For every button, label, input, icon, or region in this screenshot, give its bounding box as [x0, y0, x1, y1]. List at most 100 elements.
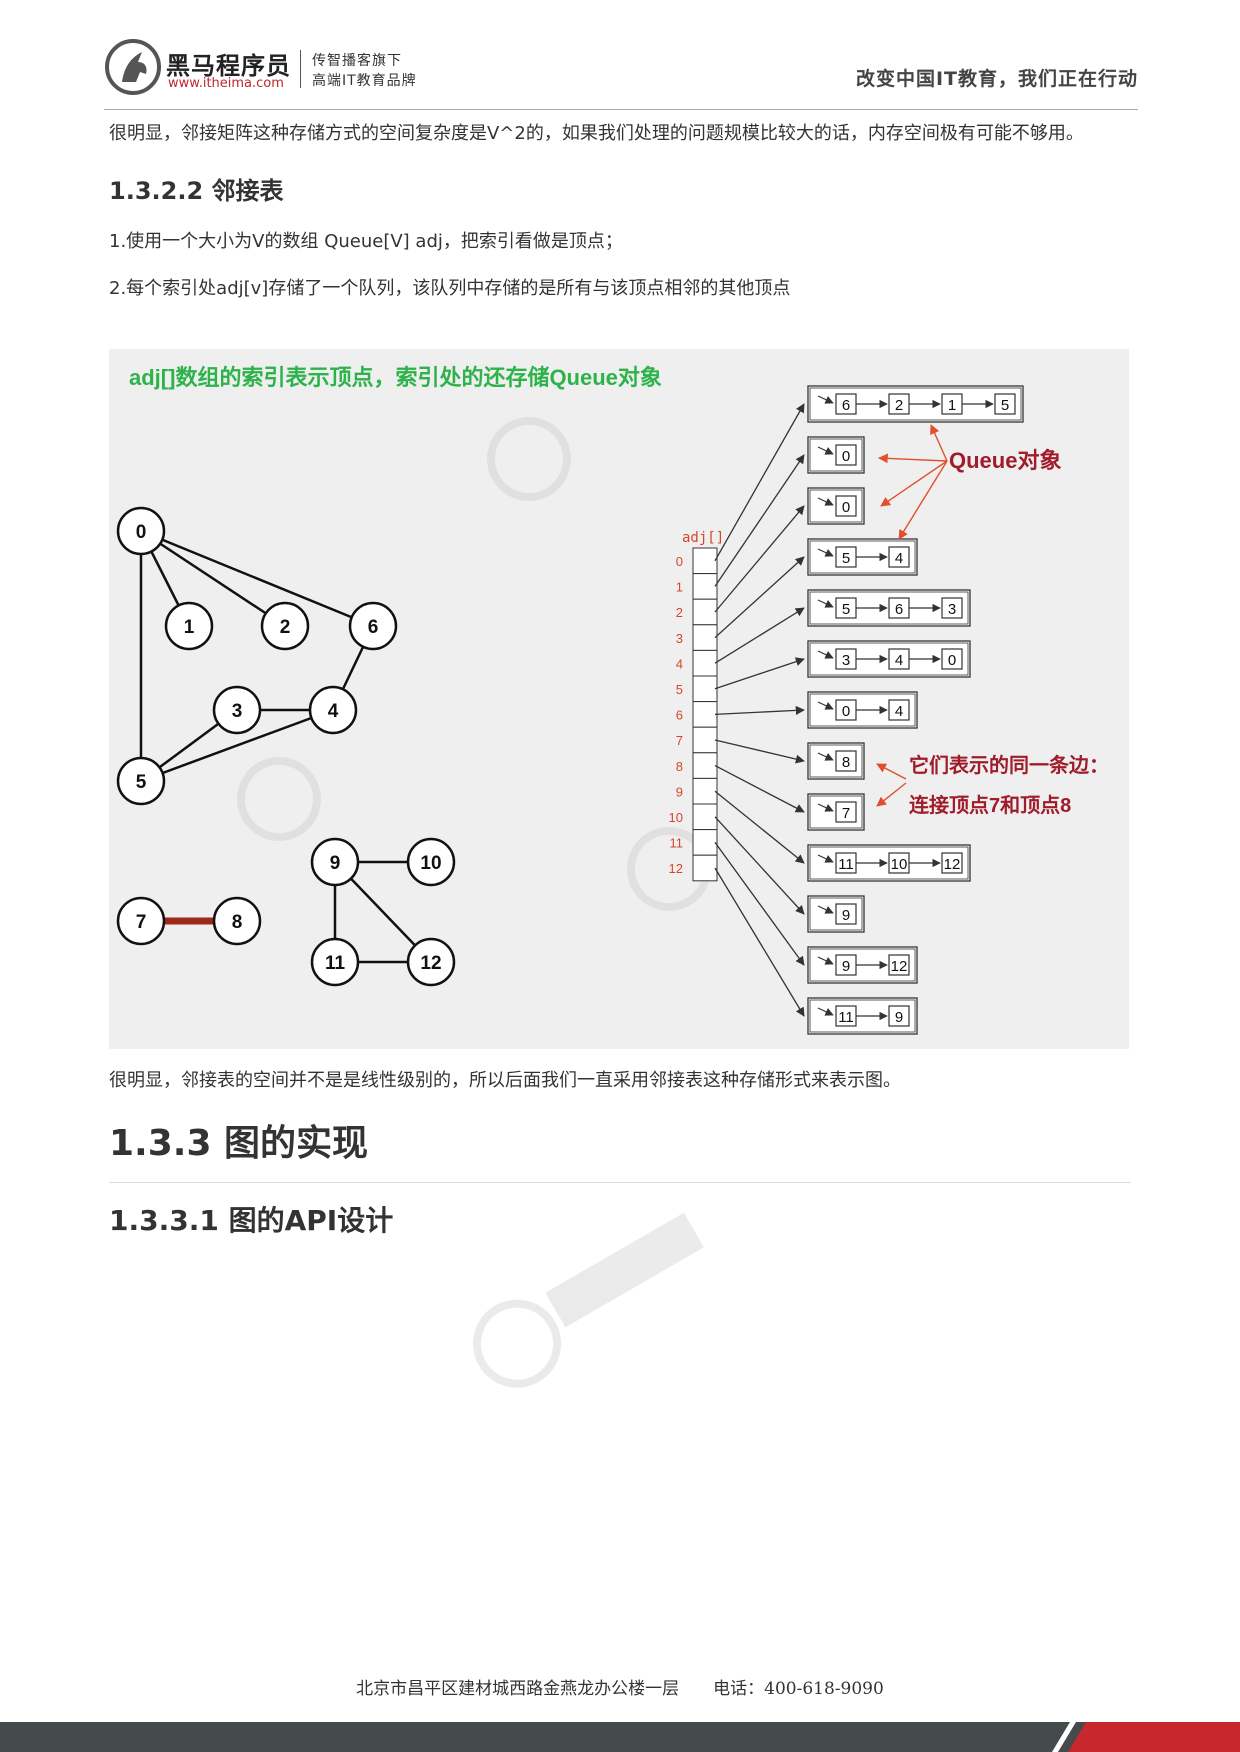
adj-pointer-arrow: [714, 816, 805, 915]
graph-vertex-label-5: 5: [136, 772, 147, 793]
paragraph-point-2: 2.每个索引处adj[v]存储了一个队列，该队列中存储的是所有与该顶点相邻的其他…: [109, 278, 791, 299]
graph-vertex-label-6: 6: [368, 617, 379, 638]
paragraph-linear-space: 很明显，邻接表的空间并不是是线性级别的，所以后面我们一直采用邻接表这种存储形式来…: [109, 1070, 901, 1091]
adj-pointer-arrow: [714, 790, 805, 864]
adj-array-index: 6: [676, 708, 683, 723]
adj-array-cell: [692, 777, 718, 805]
brand-url: www.itheima.com: [168, 76, 284, 91]
queue-node-value: 0: [842, 703, 850, 720]
queue-node-value: 9: [895, 1009, 903, 1026]
adj-pointer-arrow: [714, 403, 805, 562]
queue-node-value: 0: [842, 499, 850, 516]
queue-node-value: 4: [895, 703, 903, 720]
section-heading-graph-implementation: 1.3.3 图的实现: [109, 1123, 369, 1164]
adj-array-index: 7: [676, 733, 683, 748]
queue-node-value: 12: [944, 856, 961, 873]
edge-note-line-2: 连接顶点7和顶点8: [909, 793, 1071, 817]
graph-edge-0-2: [140, 529, 286, 628]
adj-array-cell: [692, 701, 718, 728]
adj-pointer-arrow: [714, 842, 805, 966]
figure-title: adj[]数组的索引表示顶点，索引处的还存储Queue对象: [129, 365, 662, 390]
adj-array-label: adj[]: [682, 530, 724, 546]
adj-pointer-arrow: [714, 705, 805, 716]
adj-pointer-arrow: [714, 607, 805, 664]
adj-array-index: 9: [676, 784, 683, 799]
queue-node-value: 0: [948, 652, 956, 669]
queue-node-value: 3: [948, 601, 956, 618]
adj-pointer-arrow: [714, 867, 805, 1017]
footer-accent: [1052, 1722, 1240, 1752]
graph-vertex-label-9: 9: [330, 853, 341, 874]
adj-pointer-arrow: [714, 765, 805, 813]
footer-address: 北京市昌平区建材城西路金燕龙办公楼一层 电话：400-618-9090: [356, 1679, 884, 1699]
adj-pointer-arrow: [714, 505, 805, 613]
queue-node-value: 9: [842, 958, 850, 975]
queue-node-value: 7: [842, 805, 850, 822]
queue-node-value: 10: [891, 856, 908, 873]
graph-vertex-label-10: 10: [420, 853, 441, 874]
figure-watermark-icon: [237, 757, 321, 841]
horse-logo-icon: [105, 39, 161, 95]
adj-pointer-arrow: [714, 739, 805, 764]
graph-vertex-label-0: 0: [136, 522, 147, 543]
queue-node-value: 3: [842, 652, 850, 669]
queue-node-value: 0: [842, 448, 850, 465]
adj-array-index: 8: [676, 759, 683, 774]
adj-array-index: 12: [669, 861, 683, 876]
adj-array-index: 2: [676, 605, 683, 620]
section-heading-graph-api: 1.3.3.1 图的API设计: [109, 1204, 394, 1237]
adj-array-cell: [692, 854, 718, 882]
section-heading-adjacency-list: 1.3.2.2 邻接表: [109, 177, 284, 205]
adj-array-cell: [692, 829, 718, 856]
adj-array-cell: [692, 649, 718, 677]
adj-pointer-arrow: [714, 657, 805, 690]
figure-watermark-icon: [487, 417, 571, 502]
queue-node-value: 5: [842, 550, 850, 567]
adjacency-list-figure: adj[]数组的索引表示顶点，索引处的还存储Queue对象 0 1 2 3 4 5 6 7 8 9 1…: [109, 349, 1129, 1049]
graph-vertex-label-4: 4: [328, 701, 339, 722]
queue-node-value: 8: [842, 754, 850, 771]
adj-array-index: 4: [676, 656, 683, 671]
adj-array-index: 5: [676, 682, 683, 697]
adj-array-cell: [692, 598, 718, 626]
adj-array-cell: [692, 726, 718, 754]
queue-annotation-arrow: [878, 453, 948, 464]
adj-array-cell: [692, 624, 718, 651]
heading-rule: [109, 1166, 1131, 1183]
adj-array-cell: [692, 547, 718, 575]
queue-node-value: 6: [842, 397, 850, 414]
graph-vertex-label-12: 12: [420, 953, 441, 974]
queue-annotation: Queue对象: [949, 448, 1061, 473]
graph-vertex-label-2: 2: [280, 617, 291, 638]
logo-divider: [300, 50, 301, 88]
brand-tagline-2: 高端IT教育品牌: [312, 73, 417, 89]
queue-annotation-arrow: [930, 424, 948, 462]
brand-tagline-1: 传智播客旗下: [312, 53, 402, 69]
queue-node-value: 12: [891, 958, 908, 975]
queue-node-value: 2: [895, 397, 903, 414]
page-header: 黑马程序员 www.itheima.com 传智播客旗下 高端IT教育品牌 改变…: [0, 0, 1240, 112]
graph-vertex-label-3: 3: [232, 701, 243, 722]
queue-node-value: 4: [895, 652, 903, 669]
edge-note-arrow: [876, 763, 907, 780]
queue-annotation-arrow: [898, 460, 948, 540]
adj-array-cell: [692, 752, 718, 779]
header-slogan: 改变中国IT教育，我们正在行动: [855, 68, 1138, 90]
paragraph-point-1: 1.使用一个大小为V的数组 Queue[V] adj，把索引看做是顶点；: [109, 231, 623, 252]
paragraph-space-complexity: 很明显，邻接矩阵这种存储方式的空间复杂度是V^2的，如果我们处理的问题规模比较大…: [109, 123, 1084, 144]
adj-array-index: 1: [676, 580, 683, 595]
adj-array-index: 11: [670, 836, 684, 851]
queue-node-value: 11: [838, 856, 854, 873]
graph-vertex-label-8: 8: [232, 912, 243, 933]
document-body: 很明显，邻接矩阵这种存储方式的空间复杂度是V^2的，如果我们处理的问题规模比较大…: [109, 118, 1131, 304]
queue-node-value: 6: [895, 601, 903, 618]
adj-array-index: 3: [676, 631, 683, 646]
edge-note-arrow: [876, 782, 907, 807]
graph-vertex-label-11: 11: [325, 953, 346, 974]
adj-array-cell: [692, 803, 718, 831]
adj-array-index: 10: [669, 810, 683, 825]
adj-array-cell: [692, 675, 718, 703]
edge-note-line-1: 它们表示的同一条边：: [909, 753, 1109, 777]
adj-array-index: 0: [676, 554, 683, 569]
queue-node-value: 4: [895, 550, 903, 567]
